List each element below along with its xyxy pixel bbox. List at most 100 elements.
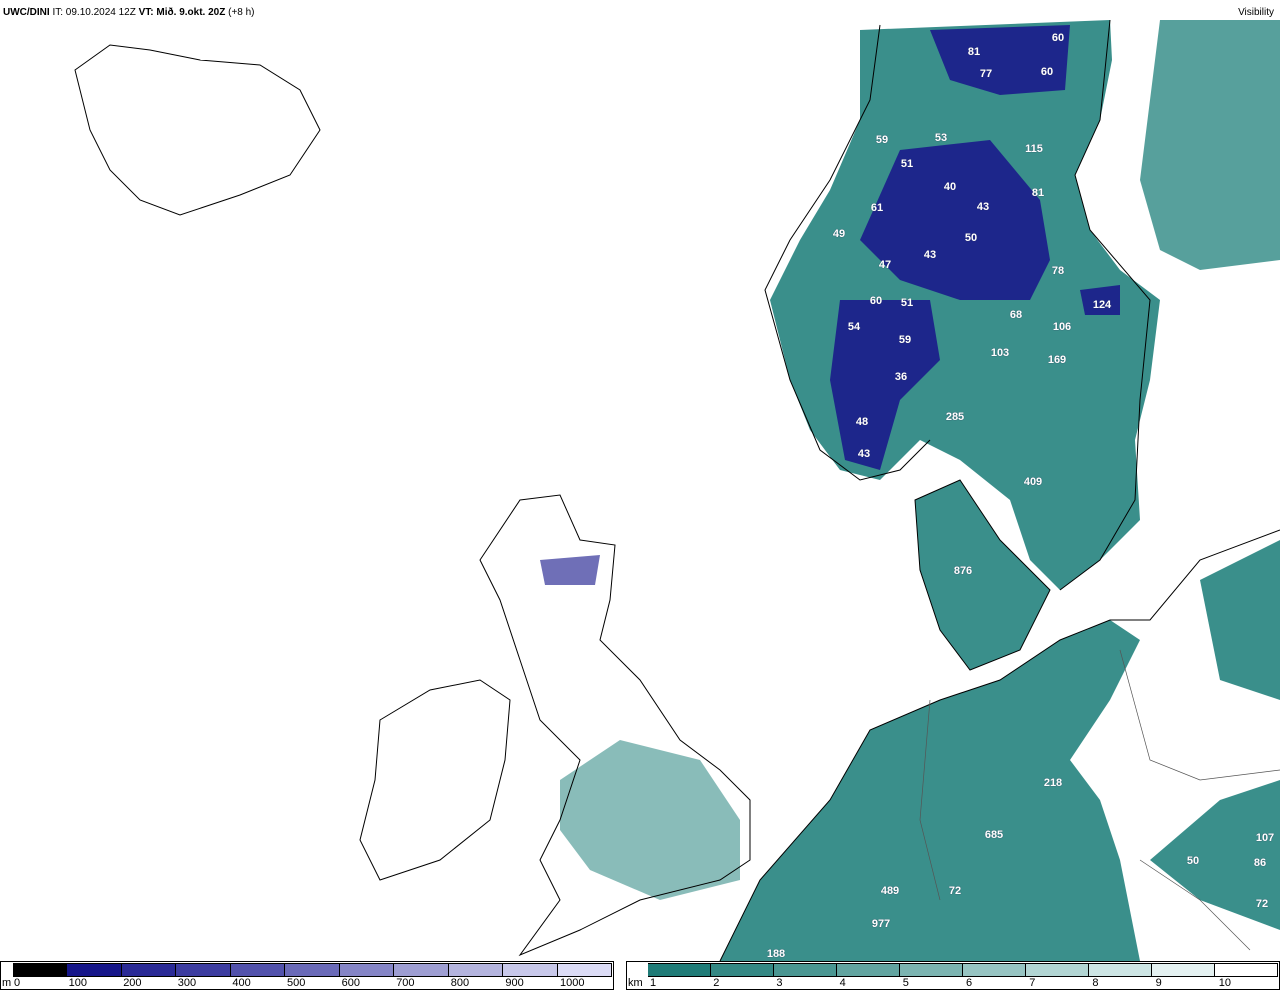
visibility-value-label: 86: [1253, 857, 1267, 869]
legend-color-swatch: [503, 964, 558, 976]
legend-tick-label: 1000: [560, 977, 585, 989]
parameter-name: Visibility: [1238, 7, 1274, 18]
visibility-value-label: 81: [967, 46, 981, 58]
visibility-value-label: 489: [880, 885, 900, 897]
visibility-value-label: 59: [898, 334, 912, 346]
visibility-value-label: 77: [979, 68, 993, 80]
legend-km-colorbar: [648, 963, 1278, 977]
visibility-value-label: 36: [894, 371, 908, 383]
visibility-value-label: 107: [1255, 832, 1275, 844]
legend-tick-label: 900: [505, 977, 524, 989]
legend-tick-label: 2: [713, 977, 720, 989]
visibility-value-label: 78: [1051, 265, 1065, 277]
legend-tick-label: 500: [287, 977, 306, 989]
visibility-value-label: 60: [1051, 32, 1065, 44]
legend-color-swatch: [285, 964, 340, 976]
legend-color-swatch: [648, 964, 711, 976]
legend-color-swatch: [394, 964, 449, 976]
visibility-value-label: 188: [766, 948, 786, 960]
legend-tick-label: 4: [839, 977, 846, 989]
legend-color-swatch: [1215, 964, 1278, 976]
legend-color-swatch: [774, 964, 837, 976]
visibility-value-label: 68: [1009, 309, 1023, 321]
visibility-value-label: 218: [1043, 777, 1063, 789]
visibility-value-label: 50: [964, 232, 978, 244]
legend-color-swatch: [13, 964, 68, 976]
legend-tick-label: 200: [123, 977, 142, 989]
visibility-value-label: 61: [870, 202, 884, 214]
legend-tick-label: 100: [68, 977, 87, 989]
visibility-value-label: 124: [1092, 299, 1112, 311]
visibility-map: [74, 20, 1280, 961]
visibility-value-label: 285: [945, 411, 965, 423]
legend-tick-label: 600: [341, 977, 360, 989]
visibility-value-label: 72: [1255, 898, 1269, 910]
visibility-value-label: 72: [948, 885, 962, 897]
visibility-value-label: 54: [847, 321, 861, 333]
legend-tick-label: 9: [1155, 977, 1162, 989]
legend-color-swatch: [176, 964, 231, 976]
visibility-value-label: 60: [1040, 66, 1054, 78]
legend-km: km 1 2 3 4 5 6 7 8 9 10: [626, 961, 1280, 990]
visibility-value-label: 51: [900, 297, 914, 309]
legend-color-swatch: [339, 964, 395, 976]
iceland-coast: [74, 44, 321, 216]
vt-label: VT:: [138, 7, 154, 18]
visibility-value-label: 169: [1047, 354, 1067, 366]
legend-color-swatch: [67, 964, 122, 976]
visibility-value-label: 59: [875, 134, 889, 146]
legend-tick-label: 6: [966, 977, 973, 989]
visibility-value-label: 40: [943, 181, 957, 193]
visibility-value-label: 977: [871, 918, 891, 930]
map-title: UWC/DINI IT: 09.10.2024 12Z VT: Mið. 9.o…: [3, 7, 255, 18]
model-name: UWC/DINI: [3, 7, 50, 18]
legend-color-swatch: [1026, 964, 1089, 976]
visibility-value-label: 106: [1052, 321, 1072, 333]
visibility-value-label: 53: [934, 132, 948, 144]
legend-tick-label: 800: [450, 977, 470, 989]
it-value: 09.10.2024 12Z: [65, 7, 136, 18]
legend-tick-label: 5: [902, 977, 909, 989]
legend-tick-label: 300: [177, 977, 197, 989]
legend-tick-label: 0: [14, 977, 21, 989]
legend-color-swatch: [121, 964, 177, 976]
legend-tick-label: 10: [1218, 977, 1232, 989]
legend-color-swatch: [557, 964, 612, 976]
legend-meters-colorbar: [13, 963, 612, 977]
continent-field: [720, 620, 1140, 961]
england-field: [560, 740, 740, 900]
legend-color-swatch: [1089, 964, 1152, 976]
legend-tick-label: 1: [650, 977, 657, 989]
finland-field: [1140, 20, 1280, 270]
lead-time: (+8 h): [228, 7, 255, 18]
vt-value: Mið. 9.okt. 20Z: [156, 7, 226, 18]
legend-color-swatch: [963, 964, 1026, 976]
visibility-value-label: 115: [1025, 143, 1043, 155]
visibility-value-label: 43: [857, 448, 871, 460]
visibility-value-label: 81: [1031, 187, 1045, 199]
legend-km-unit: km: [628, 977, 643, 989]
visibility-value-label: 876: [953, 565, 973, 577]
legend-meters-unit: m: [2, 977, 12, 989]
legend-tick-label: 8: [1092, 977, 1099, 989]
visibility-value-label: 48: [855, 416, 869, 428]
legend-meters: m 0 100 200 300 400 500 600 700 800 900 1000: [0, 961, 614, 990]
legend-color-swatch: [1152, 964, 1215, 976]
legend-tick-label: 7: [1029, 977, 1036, 989]
legend-color-swatch: [230, 964, 286, 976]
legend-color-swatch: [837, 964, 900, 976]
legend-tick-label: 700: [396, 977, 415, 989]
visibility-value-label: 50: [1186, 855, 1200, 867]
visibility-value-label: 43: [976, 201, 990, 213]
legend-color-swatch: [448, 964, 504, 976]
legend-tick-label: 3: [776, 977, 783, 989]
legend-color-swatch: [711, 964, 774, 976]
it-label: IT:: [52, 7, 64, 18]
visibility-value-label: 60: [869, 295, 883, 307]
legend-tick-label: 400: [232, 977, 251, 989]
east-field: [1200, 540, 1280, 700]
legend-color-swatch: [900, 964, 963, 976]
visibility-value-label: 43: [923, 249, 937, 261]
visibility-value-label: 47: [878, 259, 892, 271]
ireland-coast: [359, 679, 511, 881]
